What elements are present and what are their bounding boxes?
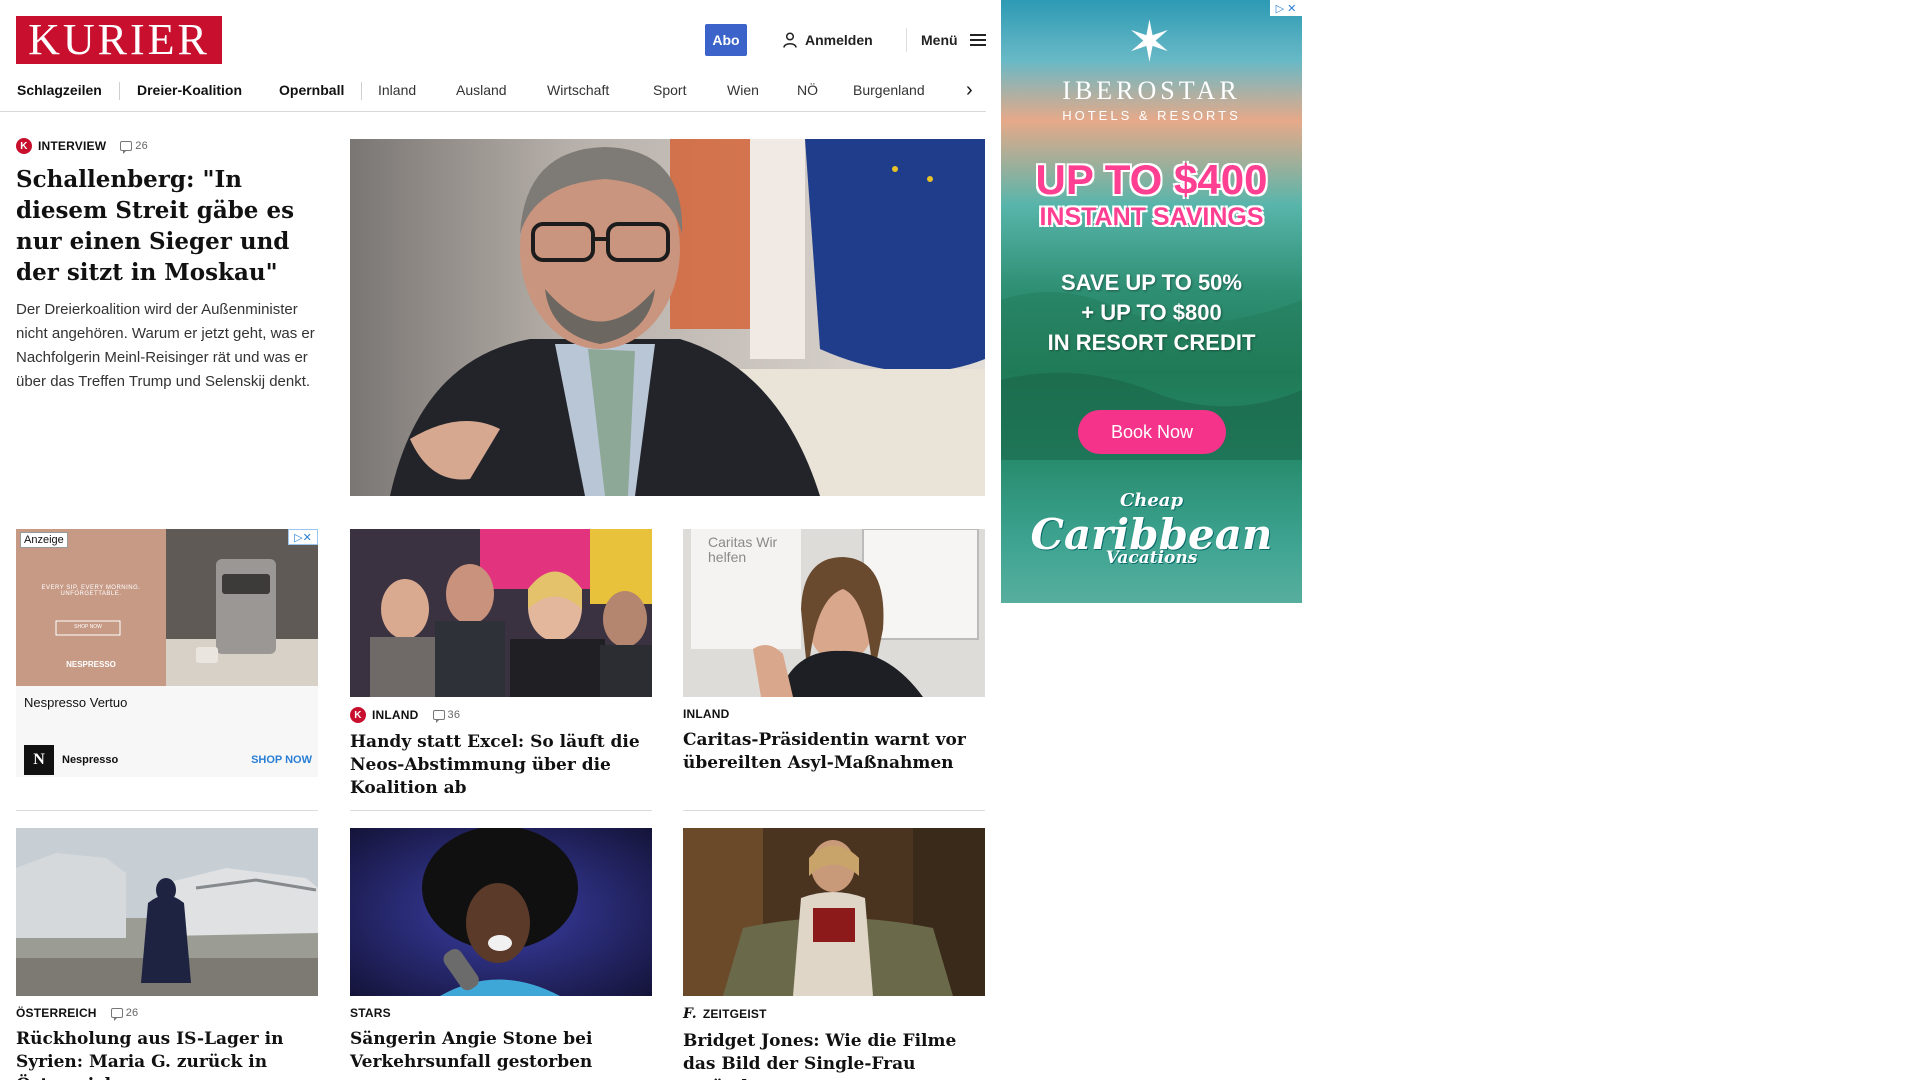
ad-label: Anzeige — [20, 532, 68, 548]
article-card[interactable]: K INLAND 36 Handy statt Excel: So läuft … — [350, 529, 652, 800]
section-nav: Schlagzeilen Dreier-Koalition Opernball … — [0, 76, 986, 112]
native-ad-brand-name: Nespresso — [62, 754, 119, 766]
ad-line: IN RESORT CREDIT — [1047, 330, 1256, 355]
kurier-logo[interactable]: KURIER — [16, 16, 222, 64]
native-ad-nespresso[interactable]: Anzeige ▷✕ EVERY SIP, EVERY MORNING. UNF… — [16, 529, 318, 777]
ad-brand-sub: HOTELS & RESORTS — [1062, 108, 1241, 123]
display-ad-iberostar[interactable]: ▷ ✕ ✶ IBEROSTAR HOTELS & RESORTS UP TO $… — [1001, 0, 1302, 603]
divider — [683, 810, 985, 811]
article-kicker: STARS — [350, 1006, 652, 1020]
adchoices-icon[interactable]: ▷✕ — [288, 529, 318, 545]
zeitgeist-icon: f. — [683, 1006, 697, 1022]
iberostar-star-icon: ✶ — [1126, 10, 1173, 73]
article-headline[interactable]: Sängerin Angie Stone bei Verkehrsunfall … — [350, 1028, 652, 1074]
article-headline[interactable]: Handy statt Excel: So läuft die Neos-Abs… — [350, 731, 652, 800]
nav-item-sport[interactable]: Sport — [653, 80, 686, 100]
nav-item-wien[interactable]: Wien — [727, 80, 759, 100]
login-button[interactable]: Anmelden — [783, 30, 873, 50]
nav-item-noe[interactable]: NÖ — [797, 80, 818, 100]
kicker-label: STARS — [350, 1006, 391, 1020]
article-kicker: ÖSTERREICH 26 — [16, 1006, 318, 1021]
comment-count-value: 26 — [135, 140, 148, 152]
ad-line: + UP TO $800 — [1081, 300, 1222, 325]
native-ad-brand[interactable]: N Nespresso — [24, 745, 118, 775]
native-ad-image[interactable]: Anzeige ▷✕ EVERY SIP, EVERY MORNING. UNF… — [16, 529, 318, 686]
comment-count[interactable]: 36 — [432, 709, 461, 723]
native-ad-tagline: EVERY SIP, EVERY MORNING. UNFORGETTABLE. — [41, 585, 141, 597]
ad-headline: UP TO $400 — [1035, 156, 1268, 203]
native-ad-img-brand: NESPRESSO — [66, 660, 116, 669]
article-image[interactable] — [350, 828, 652, 996]
article-image[interactable] — [683, 828, 985, 996]
user-icon — [783, 32, 797, 48]
nav-divider — [119, 82, 120, 100]
article-kicker: INLAND — [683, 707, 985, 721]
kicker-label: ÖSTERREICH — [16, 1006, 97, 1020]
nav-item-opernball[interactable]: Opernball — [279, 80, 344, 100]
lead-article[interactable]: K INTERVIEW 26 Schallenberg: "In diesem … — [16, 138, 321, 394]
native-ad-title[interactable]: Nespresso Vertuo — [24, 695, 127, 710]
kurier-plus-icon: K — [350, 707, 366, 723]
article-kicker: f. ZEITGEIST — [683, 1006, 985, 1022]
article-image[interactable] — [16, 828, 318, 996]
ad-line: SAVE UP TO 50% — [1061, 270, 1242, 295]
ad-subheadline: INSTANT SAVINGS — [1039, 203, 1264, 231]
nav-divider — [361, 82, 362, 100]
article-headline[interactable]: Caritas-Präsidentin warnt vor übereilten… — [683, 729, 985, 775]
login-label: Anmelden — [805, 32, 873, 48]
ad-footer: Vacations — [1105, 548, 1198, 568]
lead-kicker: K INTERVIEW 26 — [16, 138, 321, 154]
divider — [16, 810, 318, 811]
article-card[interactable]: ÖSTERREICH 26 Rückholung aus IS-Lager in… — [16, 828, 318, 1080]
native-ad-shop-now[interactable]: SHOP NOW — [251, 754, 312, 766]
menu-label: Menü — [921, 32, 958, 48]
menu-button[interactable]: Menü — [921, 30, 986, 50]
comment-icon — [120, 141, 133, 154]
article-image[interactable]: Caritas Wir helfen — [683, 529, 985, 697]
lead-headline[interactable]: Schallenberg: "In diesem Streit gäbe es … — [16, 164, 321, 288]
article-headline[interactable]: Rückholung aus IS-Lager in Syrien: Maria… — [16, 1028, 318, 1080]
abo-button[interactable]: Abo — [705, 24, 747, 56]
ad-brand: IBEROSTAR — [1062, 76, 1241, 105]
article-card[interactable]: STARS Sängerin Angie Stone bei Verkehrsu… — [350, 828, 652, 1074]
kicker-label: INTERVIEW — [38, 139, 107, 153]
article-card[interactable]: f. ZEITGEIST Bridget Jones: Wie die Film… — [683, 828, 985, 1080]
ad-footer: Cheap — [1119, 490, 1184, 511]
article-image[interactable] — [350, 529, 652, 697]
article-headline[interactable]: Bridget Jones: Wie die Filme das Bild de… — [683, 1030, 985, 1080]
comment-count[interactable]: 26 — [120, 140, 148, 154]
lead-image[interactable] — [350, 139, 985, 496]
comment-count-value: 26 — [125, 1007, 139, 1019]
hamburger-icon — [969, 34, 986, 46]
article-card[interactable]: Caritas Wir helfen INLAND Caritas-Präsid… — [683, 529, 985, 775]
nav-item-ausland[interactable]: Ausland — [456, 80, 507, 100]
nespresso-logo-icon: N — [24, 745, 54, 775]
lead-teaser: Der Dreierkoalition wird der Außenminist… — [16, 301, 315, 390]
book-now-button[interactable]: Book Now — [1078, 410, 1226, 454]
divider — [350, 810, 652, 811]
nav-fade — [944, 76, 986, 111]
kicker-label: INLAND — [683, 707, 730, 721]
comment-count[interactable]: 26 — [110, 1007, 139, 1021]
ad-close-icon[interactable]: ▷ ✕ — [1270, 0, 1302, 16]
comment-icon — [432, 710, 445, 723]
kicker-label: ZEITGEIST — [702, 1007, 767, 1021]
comment-icon — [110, 1008, 123, 1021]
nav-item-dreier-koalition[interactable]: Dreier-Koalition — [137, 80, 242, 100]
comment-count-value: 36 — [447, 709, 461, 721]
nav-item-wirtschaft[interactable]: Wirtschaft — [547, 80, 609, 100]
article-image-text: Caritas Wir helfen — [708, 534, 778, 565]
header-divider — [906, 28, 907, 52]
article-kicker: K INLAND 36 — [350, 707, 652, 723]
chevron-right-icon[interactable]: › — [966, 80, 973, 100]
kicker-label: INLAND — [372, 708, 419, 722]
native-ad-img-button: SHOP NOW — [74, 624, 102, 630]
nav-item-inland[interactable]: Inland — [378, 80, 416, 100]
kurier-plus-icon: K — [16, 138, 32, 154]
nav-item-burgenland[interactable]: Burgenland — [853, 80, 925, 100]
nav-item-schlagzeilen[interactable]: Schlagzeilen — [17, 80, 102, 100]
